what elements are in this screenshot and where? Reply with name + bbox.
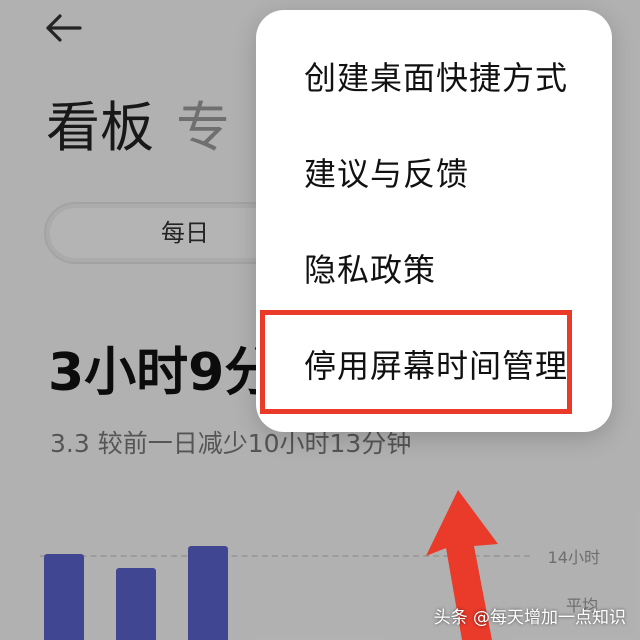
menu-item-feedback[interactable]: 建议与反馈 [304, 126, 469, 222]
screen: 看板专 每日 3小时9分 3.3 较前一日减少10小时13分钟 14小时 平均 … [0, 0, 640, 640]
highlight-box [260, 310, 572, 414]
menu-item-privacy-policy[interactable]: 隐私政策 [304, 222, 436, 318]
watermark: 头条 @每天增加一点知识 [433, 608, 626, 628]
menu-item-create-shortcut[interactable]: 创建桌面快捷方式 [304, 30, 568, 126]
